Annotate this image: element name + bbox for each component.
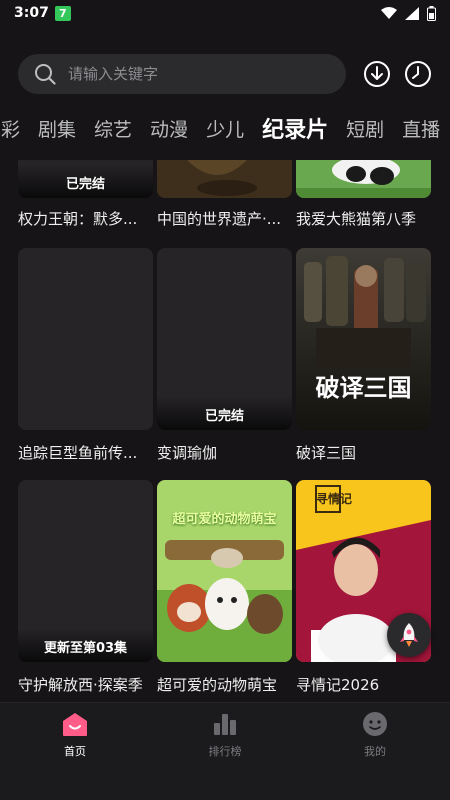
status-badge: 已完结 [157, 396, 292, 430]
tab-anime[interactable]: 动漫 [141, 115, 197, 142]
tab-short-drama[interactable]: 短剧 [337, 115, 393, 142]
poster-title: 破译三国 [315, 373, 412, 402]
tab-live[interactable]: 直播 [393, 115, 442, 142]
video-title: 我爱大熊猫第八季 [296, 210, 417, 228]
nav-ranking-label: 排行榜 [208, 745, 242, 758]
poster-title: 寻情记 [316, 492, 353, 506]
home-icon [63, 713, 87, 736]
category-tabs: 彩 剧集 综艺 动漫 少儿 纪录片 短剧 直播 [0, 110, 442, 146]
video-title: 寻情记2026 [296, 676, 380, 694]
tab-documentary[interactable]: 纪录片 [253, 112, 337, 144]
video-thumbnail [18, 248, 153, 430]
video-title: 变调瑜伽 [157, 444, 218, 462]
wifi-icon [381, 6, 397, 19]
download-icon[interactable] [363, 60, 391, 88]
search-input[interactable] [68, 65, 308, 83]
tab-kids[interactable]: 少儿 [197, 115, 253, 142]
ranking-icon [214, 714, 236, 735]
video-thumbnail: 超可爱的动物萌宝 [157, 480, 292, 662]
battery-icon [427, 5, 436, 21]
bottom-nav: 首页 排行榜 我的 [0, 702, 450, 800]
poster-image [296, 160, 431, 198]
profile-icon [363, 712, 387, 736]
video-thumbnail: 破译三国 [296, 248, 431, 430]
video-thumbnail: 已完结 [157, 248, 292, 430]
video-title: 超可爱的动物萌宝 [157, 676, 278, 694]
search-icon [35, 64, 56, 85]
search-bar[interactable] [18, 54, 346, 94]
poster-title: 超可爱的动物萌宝 [172, 512, 277, 527]
video-thumbnail: 更新至第03集 [18, 480, 153, 662]
tab-partial[interactable]: 彩 [0, 115, 29, 142]
status-badge: 已完结 [18, 164, 153, 198]
rocket-icon [400, 623, 418, 647]
status-time: 3:07 [14, 5, 49, 21]
history-icon[interactable] [404, 60, 432, 88]
video-title: 破译三国 [296, 444, 357, 462]
video-title: 权力王朝：默多... [18, 210, 138, 228]
video-title: 守护解放西·探案季 [18, 676, 143, 694]
status-badge: 更新至第03集 [18, 628, 153, 662]
video-thumbnail [157, 160, 292, 198]
nav-profile[interactable]: 我的 [300, 711, 450, 761]
status-bar: 3:07 7 [0, 0, 450, 26]
back-to-top-button[interactable] [387, 613, 431, 657]
poster-image [157, 160, 292, 198]
video-title: 中国的世界遗产·... [157, 210, 282, 228]
tab-series[interactable]: 剧集 [29, 115, 85, 142]
notification-badge: 7 [54, 5, 71, 21]
nav-ranking[interactable]: 排行榜 [150, 711, 300, 761]
nav-home-label: 首页 [64, 745, 86, 758]
video-title: 追踪巨型鱼前传... [18, 444, 138, 462]
tab-variety[interactable]: 综艺 [85, 115, 141, 142]
video-thumbnail: 已完结 [18, 160, 153, 198]
nav-home[interactable]: 首页 [0, 711, 150, 761]
signal-icon [405, 6, 419, 20]
nav-profile-label: 我的 [364, 745, 386, 758]
video-thumbnail [296, 160, 431, 198]
